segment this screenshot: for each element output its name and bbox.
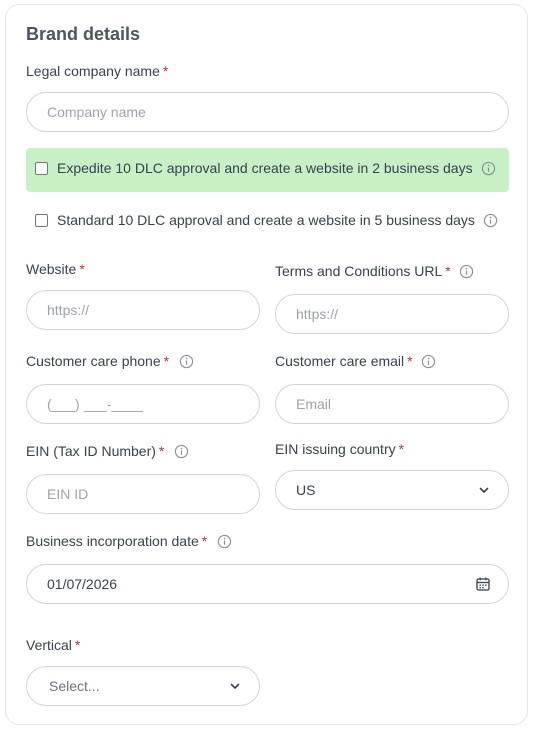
legal-name-label-text: Legal company name <box>26 63 160 79</box>
terms-url-label-text: Terms and Conditions URL <box>275 263 443 279</box>
vertical-select[interactable]: Select... <box>26 666 260 706</box>
required-mark: * <box>79 261 85 277</box>
required-mark: * <box>158 443 165 459</box>
terms-url-placeholder: https:// <box>296 306 339 322</box>
website-placeholder: https:// <box>47 302 90 318</box>
required-mark: * <box>201 533 208 549</box>
vertical-label-text: Vertical <box>26 637 72 653</box>
ein-country-label: EIN issuing country * <box>275 441 404 457</box>
legal-name-label: Legal company name * <box>26 63 168 79</box>
ein-label: EIN (Tax ID Number) * <box>26 443 189 459</box>
terms-url-input[interactable]: https:// <box>275 294 509 334</box>
incorporation-date-value: 01/07/2026 <box>47 576 118 592</box>
website-input[interactable]: https:// <box>26 290 260 330</box>
info-icon <box>179 354 194 368</box>
required-mark: * <box>407 353 413 369</box>
website-label: Website * <box>26 261 85 277</box>
chevron-down-icon <box>230 683 240 689</box>
info-icon <box>218 534 232 548</box>
care-phone-placeholder: (___) ___-____ <box>47 396 143 412</box>
care-email-label: Customer care email * <box>275 353 436 369</box>
expedite-checkbox[interactable] <box>35 161 48 175</box>
care-phone-input[interactable]: (___) ___-____ <box>26 384 260 424</box>
legal-name-input[interactable]: Company name <box>26 92 509 132</box>
section-title: Brand details <box>26 24 141 44</box>
ein-country-select[interactable]: US <box>275 470 509 510</box>
standard-option-label: Standard 10 DLC approval and create a we… <box>57 212 475 228</box>
incorporation-date-input[interactable]: 01/07/2026 <box>26 564 509 604</box>
incorporation-date-label-text: Business incorporation date <box>26 533 199 549</box>
vertical-label: Vertical * <box>26 637 80 653</box>
ein-placeholder: EIN ID <box>47 486 89 502</box>
care-email-input[interactable]: Email <box>275 384 509 424</box>
info-icon <box>175 444 189 458</box>
info-icon <box>481 161 495 175</box>
ein-label-text: EIN (Tax ID Number) <box>26 443 156 459</box>
terms-url-label: Terms and Conditions URL * <box>275 263 474 279</box>
info-icon <box>483 213 498 227</box>
incorporation-date-label: Business incorporation date * <box>26 533 232 549</box>
calendar-icon[interactable] <box>475 576 491 592</box>
ein-country-label-text: EIN issuing country <box>275 441 396 457</box>
required-mark: * <box>398 441 405 457</box>
required-mark: * <box>445 263 451 279</box>
required-mark: * <box>163 353 170 369</box>
required-mark: * <box>74 637 81 653</box>
ein-country-value: US <box>296 482 316 498</box>
care-phone-label: Customer care phone * <box>26 353 194 369</box>
ein-input[interactable]: EIN ID <box>26 474 260 514</box>
standard-checkbox[interactable] <box>35 213 48 227</box>
info-icon <box>421 354 435 368</box>
chevron-down-icon <box>479 487 489 493</box>
care-phone-label-text: Customer care phone <box>26 353 161 369</box>
legal-name-placeholder: Company name <box>47 104 146 120</box>
required-mark: * <box>162 63 169 79</box>
care-email-placeholder: Email <box>296 396 332 412</box>
standard-option[interactable]: Standard 10 DLC approval and create a we… <box>35 212 498 228</box>
info-icon <box>459 264 473 278</box>
expedite-option-label: Expedite 10 DLC approval and create a we… <box>57 160 473 176</box>
website-label-text: Website <box>26 261 77 277</box>
vertical-placeholder: Select... <box>49 678 100 694</box>
expedite-option[interactable]: Expedite 10 DLC approval and create a we… <box>35 160 496 176</box>
care-email-label-text: Customer care email <box>275 353 405 369</box>
